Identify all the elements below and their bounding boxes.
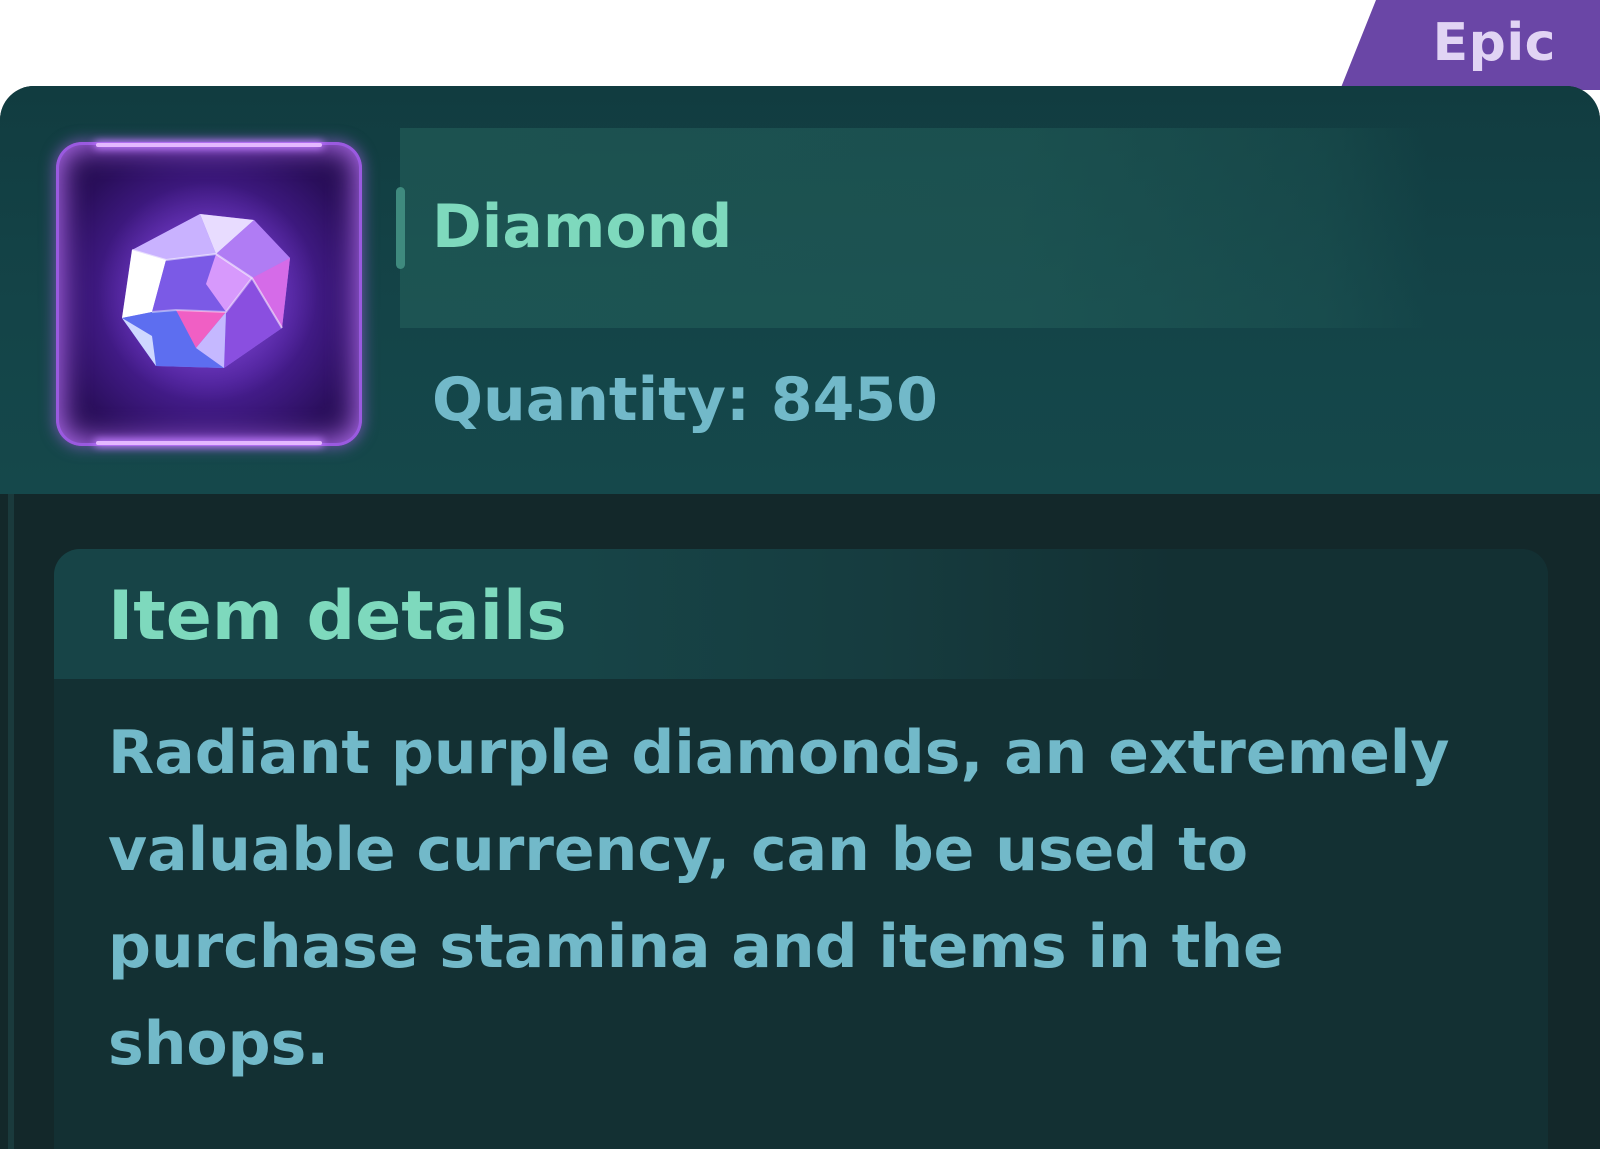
item-details-panel: Item details Radiant purple diamonds, an… [54,549,1548,1149]
item-description: Radiant purple diamonds, an extremely va… [108,718,1450,1079]
rarity-label: Epic [1432,13,1556,73]
purple-diamond-gem-icon [98,182,318,402]
item-icon-frame [56,142,362,446]
item-quantity: Quantity: 8450 [432,365,938,435]
item-name: Diamond [432,192,733,262]
card-left-edge [8,494,14,1149]
item-details-title: Item details [108,577,567,656]
item-tooltip-card: Diamond Quantity: 8450 Item details Radi… [0,86,1600,1149]
item-name-accent [396,187,405,269]
